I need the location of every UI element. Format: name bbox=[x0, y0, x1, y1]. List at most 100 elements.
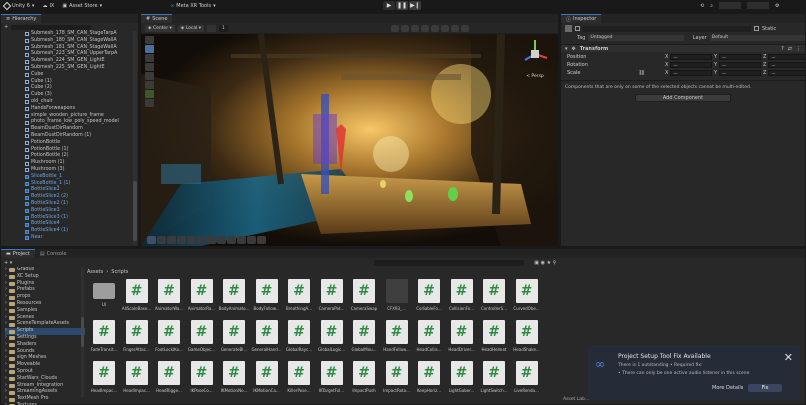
asset-item[interactable]: # LightSwitch... bbox=[479, 361, 509, 399]
value-input[interactable]: — bbox=[670, 54, 713, 60]
tree-scrollbar[interactable] bbox=[81, 267, 84, 397]
tab-console[interactable]: ▤ Console bbox=[34, 249, 72, 258]
hierarchy-scrollbar[interactable] bbox=[133, 31, 137, 245]
link-icon[interactable]: ⛓ bbox=[638, 70, 644, 76]
asset-item[interactable]: # HeadCollis... bbox=[414, 320, 444, 358]
kebab-menu-icon[interactable]: ⋮ bbox=[796, 46, 801, 52]
filter-icons[interactable]: ▣ ◉ ★ ⚲ bbox=[534, 260, 556, 266]
tab-scene[interactable]: # Scene bbox=[141, 14, 173, 23]
chevron-right-icon[interactable]: › bbox=[5, 328, 7, 335]
asset-item[interactable]: # CurvedObe... bbox=[512, 279, 542, 317]
overlay-btn-2[interactable] bbox=[157, 236, 166, 244]
overlay-btn-9[interactable] bbox=[227, 236, 236, 244]
folder-tree-item[interactable]: › Samples bbox=[5, 308, 85, 315]
folder-tree-item[interactable]: › StarWars_Clouds bbox=[5, 376, 85, 383]
chevron-right-icon[interactable]: › bbox=[5, 267, 7, 274]
asset-item[interactable]: # HeadShake... bbox=[512, 320, 542, 358]
asset-item[interactable]: # FootLockIKo... bbox=[154, 320, 184, 358]
chevron-right-icon[interactable]: › bbox=[5, 281, 7, 288]
folder-tree-item[interactable]: › Scripts bbox=[5, 328, 85, 335]
fix-button[interactable]: Fix bbox=[748, 384, 782, 392]
asset-item[interactable]: # HeadDriver... bbox=[447, 320, 477, 358]
search-input[interactable] bbox=[11, 24, 92, 30]
asset-item[interactable]: # GlobalRayc... bbox=[284, 320, 314, 358]
move-tool-button[interactable] bbox=[145, 45, 154, 53]
asset-item[interactable]: # FingerAttac... bbox=[122, 320, 152, 358]
chevron-right-icon[interactable]: › bbox=[5, 383, 7, 390]
draw-mode-icons[interactable] bbox=[390, 24, 469, 32]
hierarchy-item[interactable]: SliceBottle_1 bbox=[25, 174, 138, 181]
asset-item[interactable]: # CameraPat... bbox=[317, 279, 347, 317]
pause-button[interactable]: ❚❚ bbox=[396, 1, 408, 10]
value-input[interactable]: — bbox=[719, 54, 762, 60]
rotate-tool-button[interactable] bbox=[145, 54, 154, 62]
scale-x-field[interactable]: X — bbox=[665, 70, 713, 76]
asset-item[interactable]: # HandFollow... bbox=[382, 320, 412, 358]
extra-tool-button[interactable] bbox=[145, 99, 154, 107]
active-checkbox[interactable] bbox=[575, 26, 580, 31]
asset-item[interactable]: # LiveRenda... bbox=[512, 361, 542, 399]
layout-dropdown[interactable] bbox=[747, 2, 770, 9]
breadcrumb-assets[interactable]: Assets bbox=[87, 269, 103, 275]
overlay-btn-12[interactable] bbox=[257, 236, 266, 244]
chevron-right-icon[interactable]: › bbox=[5, 308, 7, 315]
value-input[interactable]: — bbox=[670, 70, 713, 76]
hierarchy-item[interactable]: BottleSlice4 (1) bbox=[25, 228, 138, 235]
hierarchy-item[interactable]: Cube bbox=[25, 72, 138, 79]
chevron-right-icon[interactable]: › bbox=[5, 369, 7, 376]
value-input[interactable]: — bbox=[670, 62, 713, 68]
hierarchy-item[interactable]: Submesh_224_SM_GEN_LightE bbox=[25, 58, 138, 65]
folder-tree-item[interactable]: › Settings bbox=[5, 335, 85, 342]
overlay-btn-6[interactable] bbox=[197, 236, 206, 244]
tab-project[interactable]: ▬ Project bbox=[1, 249, 35, 258]
scrollbar-thumb[interactable] bbox=[133, 181, 137, 241]
search-icon[interactable]: ⌕ bbox=[710, 3, 713, 9]
value-input[interactable]: — bbox=[768, 70, 806, 76]
asset-item[interactable]: # GenerateBl... bbox=[219, 320, 249, 358]
rotation-z-field[interactable]: Z — bbox=[763, 62, 806, 68]
asset-item[interactable]: # GeneralHand... bbox=[251, 320, 282, 358]
chevron-right-icon[interactable]: › bbox=[5, 355, 7, 362]
chevron-right-icon[interactable]: › bbox=[5, 349, 7, 356]
close-icon[interactable]: ✕ bbox=[784, 351, 793, 364]
tab-inspector[interactable]: ⓘ Inspector bbox=[561, 14, 602, 23]
play-button[interactable]: ▶ bbox=[383, 1, 395, 10]
hierarchy-item[interactable]: BottleSlice2 (2) bbox=[25, 194, 138, 201]
asset-item[interactable]: # AllScaleBase... bbox=[122, 279, 152, 317]
asset-item[interactable]: # KillerPose... bbox=[284, 361, 314, 399]
asset-item[interactable]: # CollisionFo... bbox=[447, 279, 477, 317]
position-x-field[interactable]: X — bbox=[665, 54, 713, 60]
asset-item[interactable]: # ControllerS... bbox=[479, 279, 509, 317]
scene-orientation-gizmo[interactable]: < Persp bbox=[517, 36, 553, 79]
more-details-button[interactable]: More Details bbox=[712, 385, 743, 391]
snap-value-field[interactable]: 1 bbox=[219, 24, 228, 32]
hierarchy-item[interactable]: Submesh_180_SM_CAN_StageWallA bbox=[25, 38, 138, 45]
asset-item[interactable]: # HeadRigge... bbox=[154, 361, 184, 399]
hierarchy-item[interactable]: BeamDustDirRandom bbox=[25, 126, 138, 133]
folder-tree-item[interactable]: › Sprout bbox=[5, 369, 85, 376]
asset-item[interactable]: # CameraSwap bbox=[349, 279, 379, 317]
rect-tool-button[interactable] bbox=[145, 72, 154, 80]
overlay-btn-5[interactable] bbox=[187, 236, 196, 244]
cloud-menu[interactable]: ☁ IX bbox=[42, 3, 54, 9]
asset-item[interactable]: # HeadHelmet bbox=[479, 320, 509, 358]
rotation-y-field[interactable]: Y — bbox=[714, 62, 762, 68]
asset-item[interactable]: # IKMotionNo... bbox=[219, 361, 249, 399]
asset-item[interactable]: # AnimatorWa... bbox=[154, 279, 184, 317]
transform-header[interactable]: ▾ ✥ Transform ? ⇄ ⋮ bbox=[561, 44, 805, 52]
asset-item[interactable]: # GlobalMou... bbox=[349, 320, 379, 358]
asset-item[interactable]: # IKMotionCa... bbox=[252, 361, 282, 399]
hierarchy-item[interactable]: PotionBottle bbox=[25, 140, 138, 147]
position-z-field[interactable]: Z — bbox=[763, 54, 806, 60]
chevron-right-icon[interactable]: › bbox=[5, 335, 7, 342]
scrollbar-thumb[interactable] bbox=[81, 317, 84, 347]
settings-icon[interactable]: ⚙ bbox=[775, 3, 779, 9]
folder-tree-item[interactable]: › XC Setup bbox=[5, 274, 85, 281]
add-component-button[interactable]: Add Component bbox=[635, 94, 731, 102]
folder-tree-item[interactable]: › Shaders bbox=[5, 342, 85, 349]
hierarchy-item[interactable]: Submesh_178_SM_CAN_StageTarpA bbox=[25, 31, 138, 38]
scene-viewport[interactable]: < Persp bbox=[141, 34, 558, 246]
name-field[interactable] bbox=[583, 25, 751, 32]
folder-tree-item[interactable]: › Resources bbox=[5, 301, 85, 308]
overlay-btn-3[interactable] bbox=[167, 236, 176, 244]
